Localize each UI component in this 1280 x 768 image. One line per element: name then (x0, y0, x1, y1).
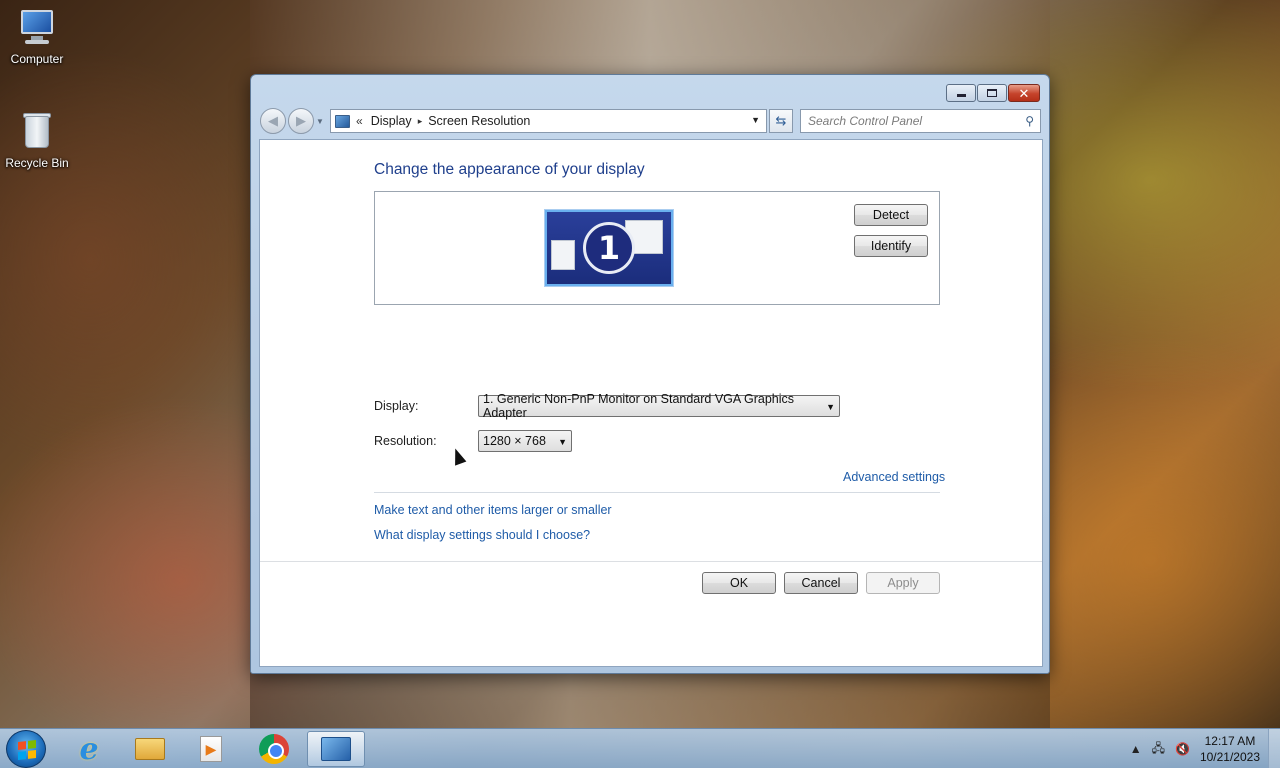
identify-button[interactable]: Identify (854, 235, 928, 257)
taskbar-media-player[interactable]: ▶ (182, 731, 240, 767)
search-input[interactable]: Search Control Panel ⚲ (800, 109, 1041, 133)
address-bar[interactable]: « Display ▸ Screen Resolution ▼ (330, 109, 767, 133)
show-hidden-icons-icon[interactable]: ▲ (1130, 742, 1142, 756)
forward-button[interactable]: ▶ (288, 108, 314, 134)
cancel-button[interactable]: Cancel (784, 572, 858, 594)
display-dropdown[interactable]: 1. Generic Non-PnP Monitor on Standard V… (478, 392, 840, 420)
desktop-icon-computer[interactable]: Computer (0, 8, 74, 66)
maximize-icon (987, 89, 997, 97)
wallpaper-highlight-bottom (250, 672, 1050, 728)
minimize-button[interactable] (946, 84, 976, 102)
taskbar-windows-explorer[interactable] (121, 731, 179, 767)
taskbar-chrome[interactable] (245, 731, 303, 767)
divider (374, 492, 940, 493)
chevron-down-icon: ▼ (558, 437, 567, 447)
monitor-1-thumbnail[interactable]: 1 (545, 210, 673, 286)
display-selected-value: 1. Generic Non-PnP Monitor on Standard V… (483, 392, 795, 420)
computer-icon (17, 8, 57, 48)
taskbar-control-panel[interactable] (307, 731, 365, 767)
clock-time: 12:17 AM (1204, 734, 1256, 748)
recycle-bin-icon (17, 112, 57, 152)
taskbar-internet-explorer[interactable]: e (60, 731, 118, 767)
ok-button[interactable]: OK (702, 572, 776, 594)
navigation-bar: ◀ ▶ ▼ « Display ▸ Screen Resolution ▼ ⇆ … (259, 108, 1041, 134)
address-dropdown-icon[interactable]: ▼ (751, 115, 760, 125)
control-panel-icon (335, 114, 350, 128)
start-button[interactable] (6, 730, 46, 768)
recent-pages-dropdown[interactable]: ▼ (316, 117, 324, 126)
search-placeholder: Search Control Panel (808, 114, 923, 128)
text-size-link[interactable]: Make text and other items larger or smal… (374, 503, 612, 517)
advanced-settings-link[interactable]: Advanced settings (843, 470, 945, 484)
breadcrumb-separator-icon[interactable]: ▸ (418, 116, 423, 127)
system-tray: ▲ 🖧 🔇 12:17 AM 10/21/2023 (1130, 729, 1280, 768)
breadcrumb-overflow[interactable]: « (356, 114, 363, 128)
media-player-icon: ▶ (200, 736, 222, 762)
chevron-down-icon: ▼ (826, 402, 835, 412)
windows-explorer-icon (135, 738, 165, 760)
refresh-button[interactable]: ⇆ (769, 109, 793, 133)
resolution-label: Resolution: (374, 434, 437, 448)
control-panel-icon (321, 737, 351, 761)
desktop-icon-label: Recycle Bin (5, 156, 69, 170)
wallpaper-highlight-top (250, 0, 1050, 80)
breadcrumb-screen-resolution[interactable]: Screen Resolution (428, 114, 530, 128)
back-arrow-icon: ◀ (268, 113, 278, 128)
close-button[interactable]: ✕ (1008, 84, 1040, 102)
apply-button[interactable]: Apply (866, 572, 940, 594)
page-title: Change the appearance of your display (374, 161, 645, 178)
title-bar-buttons: ✕ (946, 84, 1040, 102)
desktop-icon-label: Computer (10, 52, 64, 66)
desktop-icon-recycle-bin[interactable]: Recycle Bin (0, 112, 74, 170)
clock[interactable]: 12:17 AM 10/21/2023 (1200, 733, 1260, 765)
display-label: Display: (374, 399, 419, 413)
volume-muted-icon[interactable]: 🔇 (1175, 742, 1190, 756)
maximize-button[interactable] (977, 84, 1007, 102)
monitor-arrangement-panel: 1 Detect Identify (374, 191, 940, 305)
display-settings-help-link[interactable]: What display settings should I choose? (374, 528, 590, 542)
close-icon: ✕ (1018, 85, 1030, 101)
content-area: Change the appearance of your display 1 … (259, 139, 1043, 667)
clock-date: 10/21/2023 (1199, 750, 1260, 764)
resolution-selected-value: 1280 × 768 (483, 434, 546, 448)
refresh-icon: ⇆ (775, 113, 787, 128)
monitor-number: 1 (583, 222, 635, 274)
minimize-icon (956, 94, 966, 97)
screen-resolution-window: ✕ ◀ ▶ ▼ « Display ▸ Screen Resolution ▼ … (250, 74, 1050, 674)
detect-button[interactable]: Detect (854, 204, 928, 226)
breadcrumb-display[interactable]: Display (371, 114, 412, 128)
taskbar: e ▶ ▲ 🖧 🔇 12:17 AM 10/21/2023 (0, 728, 1280, 768)
divider (260, 561, 1042, 562)
back-button[interactable]: ◀ (260, 108, 286, 134)
resolution-dropdown[interactable]: 1280 × 768 ▼ (478, 430, 572, 452)
windows-logo-icon (18, 740, 36, 760)
internet-explorer-icon: e (79, 731, 99, 767)
chrome-icon (259, 734, 289, 764)
network-icon[interactable]: 🖧 (1152, 739, 1165, 760)
search-icon[interactable]: ⚲ (1025, 114, 1034, 128)
forward-arrow-icon: ▶ (296, 113, 306, 128)
show-desktop-button[interactable] (1268, 729, 1280, 768)
